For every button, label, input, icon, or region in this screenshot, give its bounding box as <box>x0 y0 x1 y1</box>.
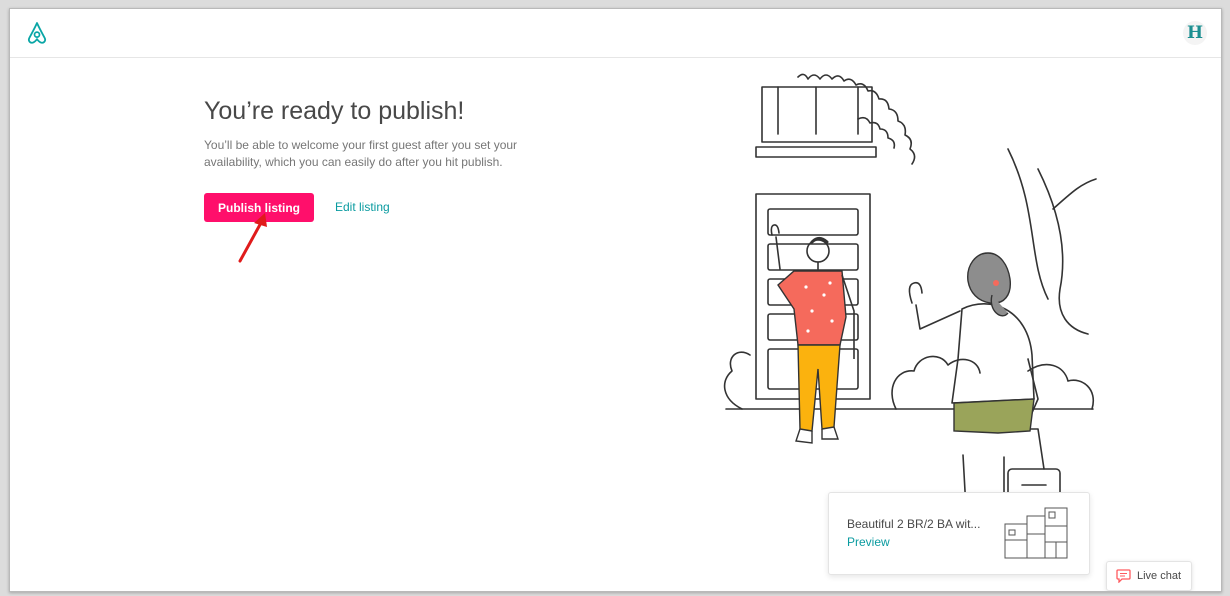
page-subtitle: You’ll be able to welcome your first gue… <box>204 138 518 169</box>
page-title: You’re ready to publish! <box>204 97 465 125</box>
browser-window: H You’re ready to publish! You’ll be abl… <box>9 8 1222 592</box>
chat-bubble-icon <box>1116 569 1131 583</box>
top-navigation-bar: H <box>10 9 1221 58</box>
live-chat-button[interactable]: Live chat <box>1106 561 1192 591</box>
red-arrow-annotation <box>238 213 267 263</box>
live-chat-label: Live chat <box>1137 570 1182 582</box>
airbnb-logo-icon[interactable] <box>25 21 49 45</box>
host-welcome-illustration <box>723 73 1097 509</box>
listing-title: Beautiful 2 BR/2 BA wit... <box>847 517 981 531</box>
floor-plan-icon <box>1004 507 1068 559</box>
edit-listing-link[interactable]: Edit listing <box>335 200 390 214</box>
user-avatar[interactable]: H <box>1183 21 1207 45</box>
preview-link[interactable]: Preview <box>847 535 890 549</box>
listing-preview-card: Beautiful 2 BR/2 BA wit... Preview <box>828 492 1090 575</box>
